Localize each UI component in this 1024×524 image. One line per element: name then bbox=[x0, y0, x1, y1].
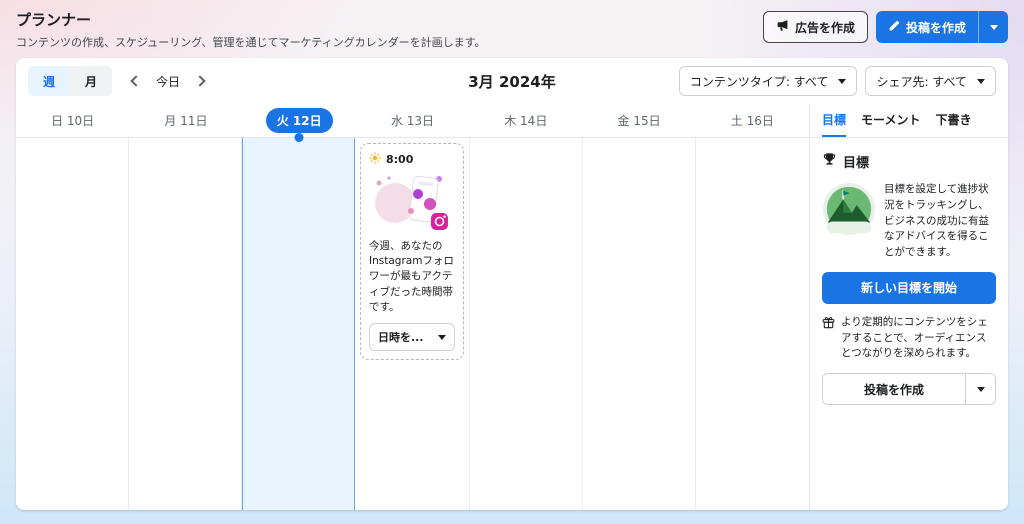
sidebar-tabs: 目標 モーメント 下書き bbox=[810, 104, 1008, 138]
suggestion-time-row: 8:00 bbox=[369, 152, 455, 167]
create-post-secondary-button[interactable]: 投稿を作成 bbox=[823, 374, 965, 404]
create-ad-label: 広告を作成 bbox=[794, 20, 855, 35]
chevron-down-icon bbox=[976, 386, 985, 392]
top-bar: プランナー コンテンツの作成、スケジューリング、管理を通じてマーケティングカレン… bbox=[0, 0, 1024, 58]
month-title: 3月 2024年 bbox=[468, 72, 556, 91]
page-title: プランナー bbox=[16, 11, 92, 29]
calendar-toolbar: 週 月 今日 3月 2024年 コンテンツタイプ: すべて シェア先: すべて bbox=[16, 58, 1008, 104]
day-column-mon[interactable] bbox=[129, 138, 242, 510]
planner-page: プランナー コンテンツの作成、スケジューリング、管理を通じてマーケティングカレン… bbox=[0, 0, 1024, 510]
chevron-down-icon bbox=[989, 24, 998, 30]
day-column-sun[interactable] bbox=[16, 138, 129, 510]
goals-heading: 目標 bbox=[843, 156, 870, 171]
create-post-button[interactable]: 投稿を作成 bbox=[875, 11, 978, 43]
day-header-tue-active[interactable]: 火 12日 bbox=[243, 104, 356, 137]
day-header-mon[interactable]: 月 11日 bbox=[129, 104, 242, 137]
pencil-icon bbox=[888, 20, 900, 35]
day-column-tue-current[interactable] bbox=[242, 133, 355, 510]
trophy-icon bbox=[822, 152, 837, 171]
goals-heading-row: 目標 bbox=[822, 152, 996, 171]
filters: コンテンツタイプ: すべて シェア先: すべて bbox=[678, 66, 996, 96]
gift-icon bbox=[822, 315, 835, 362]
share-target-filter[interactable]: シェア先: すべて bbox=[865, 66, 996, 96]
active-day-pill: 火 12日 bbox=[265, 108, 333, 133]
datetime-select-dropdown[interactable]: 日時を... bbox=[369, 323, 455, 352]
goals-panel: 目標 目標を設定して進捗状況をトラッキングし、ビジネスの成功に有益なアドバイスを… bbox=[810, 138, 1008, 417]
share-tip-text: より定期的にコンテンツをシェアすることで、オーディエンスとつながりを深められます… bbox=[841, 315, 988, 360]
today-button[interactable]: 今日 bbox=[156, 73, 180, 90]
calendar-navigation: 今日 bbox=[130, 73, 206, 90]
content-type-filter[interactable]: コンテンツタイプ: すべて bbox=[678, 66, 858, 96]
week-view-toggle[interactable]: 週 bbox=[28, 66, 71, 96]
day-column-thu[interactable] bbox=[470, 138, 583, 510]
day-header-sun[interactable]: 日 10日 bbox=[16, 104, 129, 137]
day-header-row: 日 10日 月 11日 火 12日 水 13日 木 14日 金 15日 土 16… bbox=[16, 104, 809, 138]
next-week-icon[interactable] bbox=[194, 75, 206, 87]
create-ad-button[interactable]: 広告を作成 bbox=[762, 11, 868, 43]
chevron-down-icon bbox=[838, 78, 847, 84]
page-subtitle: コンテンツの作成、スケジューリング、管理を通じてマーケティングカレンダーを計画し… bbox=[16, 36, 486, 49]
header-actions: 広告を作成 投稿を作成 bbox=[762, 11, 1008, 43]
day-column-sat[interactable] bbox=[696, 138, 809, 510]
day-header-fri[interactable]: 金 15日 bbox=[582, 104, 695, 137]
suggested-post-card[interactable]: 8:00 今週、あなたのInstagramフォロワーが最もアクティブだった時間帯… bbox=[360, 143, 464, 361]
create-post-split-button: 投稿を作成 bbox=[875, 11, 1008, 43]
day-column-fri[interactable] bbox=[583, 138, 696, 510]
month-view-toggle[interactable]: 月 bbox=[70, 66, 113, 96]
day-header-sat[interactable]: 土 16日 bbox=[696, 104, 809, 137]
tab-drafts[interactable]: 下書き bbox=[936, 104, 972, 137]
suggestion-message: 今週、あなたのInstagramフォロワーが最もアクティブだった時間帯です。 bbox=[369, 240, 454, 313]
view-toggle: 週 月 bbox=[28, 66, 113, 96]
calendar-grid: 8:00 今週、あなたのInstagramフォロワーが最もアクティブだった時間帯… bbox=[16, 133, 809, 510]
chevron-down-icon bbox=[977, 78, 985, 84]
chevron-down-icon bbox=[438, 334, 446, 340]
goal-intro: 目標を設定して進捗状況をトラッキングし、ビジネスの成功に有益なアドバイスを得るこ… bbox=[822, 182, 996, 261]
goal-mountain-illustration bbox=[822, 182, 876, 240]
create-post-secondary-split: 投稿を作成 bbox=[822, 373, 996, 405]
planner-card: 週 月 今日 3月 2024年 コンテンツタイプ: すべて シェア先: すべて bbox=[16, 58, 1008, 510]
day-header-thu[interactable]: 木 14日 bbox=[469, 104, 582, 137]
week-calendar: 日 10日 月 11日 火 12日 水 13日 木 14日 金 15日 土 16… bbox=[16, 104, 810, 510]
day-header-wed[interactable]: 水 13日 bbox=[356, 104, 469, 137]
create-post-dropdown-button[interactable] bbox=[978, 11, 1008, 43]
create-post-label: 投稿を作成 bbox=[905, 20, 966, 35]
page-heading: プランナー コンテンツの作成、スケジューリング、管理を通じてマーケティングカレン… bbox=[16, 9, 485, 50]
right-sidebar: 目標 モーメント 下書き 目標 目標を設定して進捗状況をトラッキングし、ビジネス… bbox=[810, 104, 1008, 510]
datetime-select-label: 日時を... bbox=[378, 331, 424, 345]
sun-icon bbox=[369, 152, 381, 167]
tab-moments[interactable]: モーメント bbox=[861, 104, 921, 137]
day-column-wed[interactable]: 8:00 今週、あなたのInstagramフォロワーが最もアクティブだった時間帯… bbox=[355, 138, 470, 510]
instagram-activity-illustration bbox=[369, 171, 455, 233]
share-tip: より定期的にコンテンツをシェアすることで、オーディエンスとつながりを深められます… bbox=[822, 315, 996, 362]
tab-goals[interactable]: 目標 bbox=[822, 104, 847, 137]
planner-content: 日 10日 月 11日 火 12日 水 13日 木 14日 金 15日 土 16… bbox=[16, 104, 1008, 510]
suggestion-time: 8:00 bbox=[386, 153, 414, 166]
current-time-dot bbox=[294, 133, 303, 142]
megaphone-icon bbox=[776, 19, 789, 35]
share-target-filter-label: シェア先: すべて bbox=[876, 74, 967, 89]
start-new-goal-button[interactable]: 新しい目標を開始 bbox=[822, 271, 996, 304]
goal-description: 目標を設定して進捗状況をトラッキングし、ビジネスの成功に有益なアドバイスを得るこ… bbox=[884, 183, 989, 258]
previous-week-icon[interactable] bbox=[130, 75, 142, 87]
create-post-secondary-dropdown[interactable] bbox=[965, 374, 995, 404]
content-type-filter-label: コンテンツタイプ: すべて bbox=[689, 74, 829, 89]
